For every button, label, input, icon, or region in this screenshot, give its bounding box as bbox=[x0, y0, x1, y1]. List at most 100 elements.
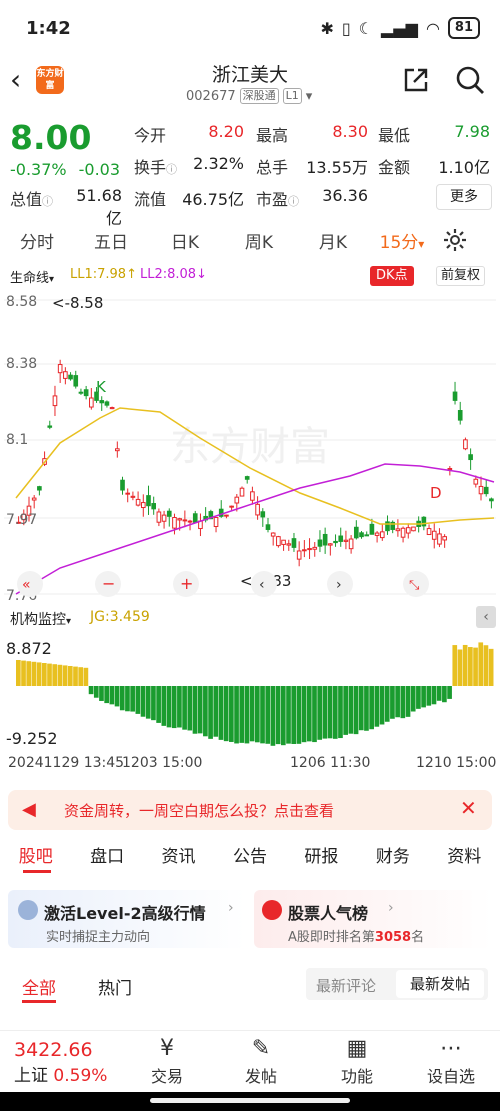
candle-body bbox=[333, 540, 338, 544]
tab-profile[interactable]: 资料 bbox=[447, 842, 481, 882]
candle-body bbox=[483, 486, 489, 495]
indicator-name[interactable]: 生命线▾ bbox=[10, 267, 54, 286]
feed-tab-all[interactable]: 全部 bbox=[22, 974, 56, 999]
low-value: 7.98 bbox=[454, 122, 490, 141]
jg-bar bbox=[151, 686, 156, 721]
jg-bar bbox=[286, 686, 291, 744]
tab-research[interactable]: 研报 bbox=[304, 842, 338, 882]
jg-bar bbox=[218, 686, 224, 740]
zoom-out-button[interactable]: − bbox=[95, 571, 121, 597]
date-label: 1203 15:00 bbox=[122, 755, 203, 771]
jg-bar bbox=[379, 686, 385, 725]
kline-chart[interactable]: 东方财富 8.58 8.38 8.1 7.97 7.76 <-8.58 <-7.… bbox=[0, 288, 500, 606]
index-ticker[interactable]: 3422.66 上证 0.59% bbox=[14, 1039, 107, 1086]
feed-tab-hot[interactable]: 热门 bbox=[98, 974, 132, 999]
float-label: 流值 bbox=[134, 190, 167, 209]
candle-body bbox=[421, 516, 427, 527]
jg-bar bbox=[36, 662, 42, 686]
candle-body bbox=[468, 454, 473, 461]
candle-body bbox=[431, 530, 437, 540]
tab-pankou[interactable]: 盘口 bbox=[90, 842, 124, 882]
adjust-button[interactable]: 前复权 bbox=[436, 266, 486, 286]
jg-bar bbox=[234, 686, 239, 744]
collapse-arrow-icon[interactable]: ‹ bbox=[476, 606, 496, 628]
current-price: 8.00 bbox=[10, 118, 92, 157]
search-icon[interactable] bbox=[454, 64, 486, 96]
popularity-card[interactable]: 股票人气榜 › A股即时排名第3058名 bbox=[254, 890, 492, 948]
nav-functions[interactable]: ▦ 功能 bbox=[322, 1035, 392, 1087]
jg-bar bbox=[16, 660, 21, 686]
chevron-right-icon: › bbox=[388, 900, 394, 916]
tab-period-active[interactable]: 15分▾ bbox=[370, 228, 434, 253]
jg-bar bbox=[62, 665, 68, 686]
jg-bar bbox=[208, 686, 213, 739]
bluetooth-icon: ✱ bbox=[320, 18, 334, 38]
tab-news[interactable]: 资讯 bbox=[162, 842, 196, 882]
home-indicator bbox=[0, 1092, 500, 1111]
close-icon[interactable]: ✕ bbox=[460, 796, 477, 820]
nav-watchlist[interactable]: ⋯ 设自选 bbox=[416, 1035, 486, 1087]
tab-period[interactable]: 周K bbox=[222, 228, 296, 253]
jg-bar bbox=[99, 686, 104, 701]
jg-bar bbox=[171, 686, 177, 729]
more-button[interactable]: 更多 bbox=[436, 184, 492, 210]
candle-body bbox=[463, 439, 468, 450]
jg-indicator-name[interactable]: 机构监控▾ bbox=[10, 609, 71, 629]
jg-top-label: 8.872 bbox=[6, 639, 52, 658]
tab-period[interactable]: 五日 bbox=[74, 228, 148, 253]
d-signal-mark: D bbox=[430, 484, 442, 502]
watermark: 东方财富 bbox=[170, 424, 330, 470]
jg-chart[interactable]: 8.872 -9.252 bbox=[0, 630, 500, 752]
jg-bar bbox=[135, 686, 141, 714]
candle-body bbox=[156, 511, 162, 523]
stock-subtitle[interactable]: 002677 深股通 L1 ▾ bbox=[186, 88, 312, 104]
candle-body bbox=[239, 487, 245, 497]
candle-body bbox=[234, 496, 240, 504]
candle-body bbox=[47, 425, 53, 428]
prev-button[interactable]: ‹ bbox=[251, 571, 277, 597]
sort-latest-post[interactable]: 最新发帖 bbox=[396, 970, 484, 998]
wifi-icon: ◠ bbox=[425, 18, 440, 38]
jg-bar bbox=[306, 686, 312, 742]
max-price-mark: <-8.58 bbox=[52, 294, 103, 312]
nav-post[interactable]: ✎ 发帖 bbox=[226, 1035, 296, 1087]
promo-banner[interactable]: ◀ 资金周转，一周空白期怎么投？点击查看 ✕ bbox=[8, 790, 492, 830]
chevron-down-icon: ▾ bbox=[418, 236, 425, 251]
tab-period[interactable]: 日K bbox=[148, 228, 222, 253]
tab-period[interactable]: 分时 bbox=[0, 228, 74, 253]
zoom-in-button[interactable]: + bbox=[173, 571, 199, 597]
scroll-left-button[interactable]: « bbox=[17, 571, 43, 597]
jg-bar bbox=[338, 686, 343, 739]
dk-button[interactable]: DK点 bbox=[370, 266, 414, 286]
candle-body bbox=[291, 538, 297, 548]
next-button[interactable]: › bbox=[327, 571, 353, 597]
candle-body bbox=[359, 532, 364, 538]
share-icon[interactable] bbox=[400, 64, 432, 96]
jg-bar bbox=[161, 686, 167, 726]
settings-gear-icon[interactable] bbox=[442, 227, 468, 253]
info-tabs: 股吧 盘口 资讯 公告 研报 财务 资料 bbox=[0, 842, 500, 882]
candle-body bbox=[130, 495, 136, 498]
tab-finance[interactable]: 财务 bbox=[376, 842, 410, 882]
candle-body bbox=[385, 521, 390, 532]
candle-body bbox=[400, 527, 406, 538]
status-icons: ✱ ▯ ☾ ▂▄▆ ◠ 81 bbox=[320, 17, 480, 39]
tab-announce[interactable]: 公告 bbox=[233, 842, 267, 882]
y-label-mid2: 8.1 bbox=[6, 432, 28, 448]
candle-body bbox=[213, 517, 219, 528]
tab-guba[interactable]: 股吧 bbox=[19, 842, 53, 882]
jg-bar bbox=[431, 686, 437, 705]
expand-chart-button[interactable]: ⤡ bbox=[403, 571, 429, 597]
tab-period[interactable]: 月K bbox=[296, 228, 370, 253]
amount-label: 金额 bbox=[378, 158, 411, 177]
level2-card[interactable]: 激活Level-2高级行情 › 实时捕捉主力动向 bbox=[8, 890, 246, 948]
sort-latest-comment[interactable]: 最新评论 bbox=[316, 975, 376, 996]
pe-value: 36.36 bbox=[322, 186, 368, 205]
status-bar: 1:42 ✱ ▯ ☾ ▂▄▆ ◠ 81 bbox=[0, 0, 500, 56]
nav-trade[interactable]: ¥ 交易 bbox=[132, 1035, 202, 1087]
change-value: -0.03 bbox=[78, 160, 121, 179]
candle-body bbox=[146, 495, 151, 507]
chevron-right-icon: › bbox=[336, 577, 342, 593]
high-value: 8.30 bbox=[332, 122, 368, 141]
candle-body bbox=[166, 510, 172, 517]
